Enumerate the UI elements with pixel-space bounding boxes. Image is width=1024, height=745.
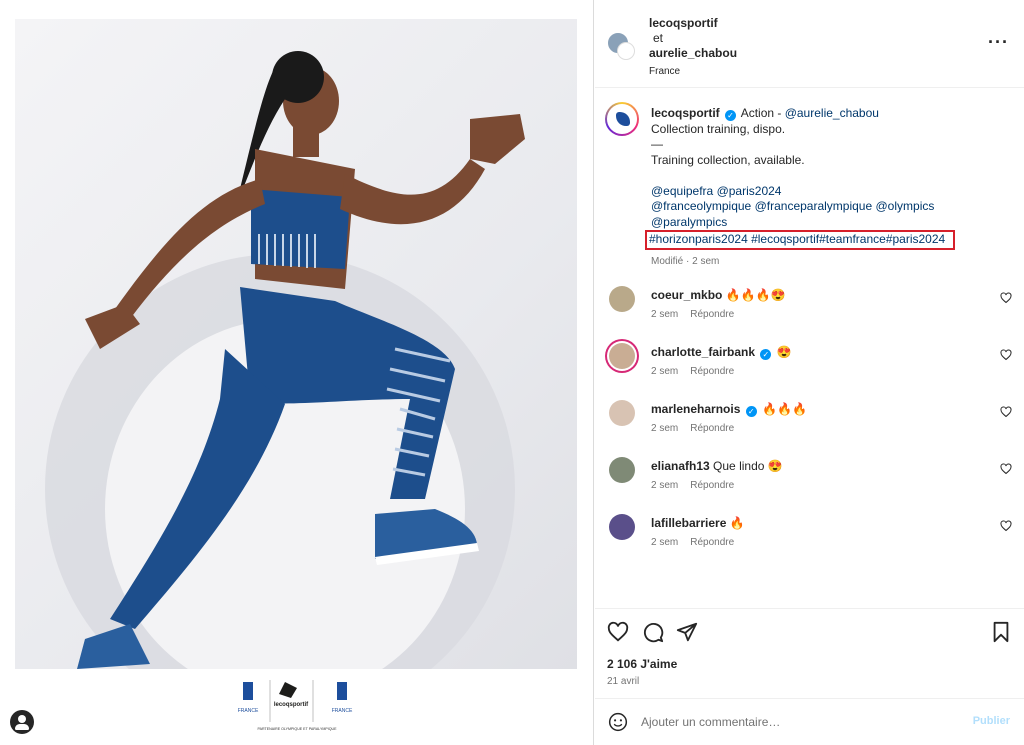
comment-age: 2 sem xyxy=(651,423,679,434)
reply-button[interactable]: Répondre xyxy=(690,366,734,377)
collab-avatars[interactable] xyxy=(607,32,635,60)
verified-badge-icon: ✓ xyxy=(760,349,772,360)
like-comment-heart-icon[interactable] xyxy=(1000,406,1012,418)
like-comment-heart-icon[interactable] xyxy=(1000,292,1012,304)
post-side-pane: lecoqsportif et aurelie_chabou France ··… xyxy=(595,0,1024,745)
more-horizontal-icon: ··· xyxy=(988,32,1009,52)
author-link-2[interactable]: aurelie_chabou xyxy=(649,46,737,61)
svg-text:PARTENAIRE OLYMPIQUE ET PARALY: PARTENAIRE OLYMPIQUE ET PARALYMPIQUE xyxy=(257,727,337,731)
svg-text:FRANCE: FRANCE xyxy=(238,708,259,714)
reply-button[interactable]: Répondre xyxy=(690,537,734,548)
avatar[interactable] xyxy=(609,457,635,483)
comment-username[interactable]: lafillebarriere xyxy=(651,516,726,530)
list-item: elianafh13 Que lindo 😍 2 sem Répondre xyxy=(595,453,1024,510)
comment-text: 🔥🔥🔥 xyxy=(762,402,807,416)
comment-bubble-icon[interactable] xyxy=(642,621,664,643)
athlete-figure xyxy=(77,51,525,669)
like-comment-heart-icon[interactable] xyxy=(1000,463,1012,475)
caption-line4: Training collection, available. xyxy=(651,152,805,167)
likes-count[interactable]: 2 106 J'aime xyxy=(607,657,677,671)
more-options-button[interactable]: ··· xyxy=(988,33,1008,51)
svg-text:lecoqsportif: lecoqsportif xyxy=(274,702,309,708)
list-item: coeur_mkbo 🔥🔥🔥😍 2 sem Répondre xyxy=(595,282,1024,339)
mention-link[interactable]: @paralympics xyxy=(651,215,727,229)
reply-button[interactable]: Répondre xyxy=(690,423,734,434)
list-item: lafillebarriere 🔥 2 sem Répondre xyxy=(595,510,1024,567)
mention-link[interactable]: @equipefra xyxy=(651,184,713,198)
save-bookmark-icon[interactable] xyxy=(990,621,1012,643)
mention-link[interactable]: @franceolympique xyxy=(651,199,751,213)
post-photo[interactable] xyxy=(15,19,577,669)
caption-line2: Collection training, dispo. xyxy=(651,121,786,136)
caption-line1-text: Action - xyxy=(740,106,785,120)
emoji-icon[interactable] xyxy=(608,712,628,732)
reply-button[interactable]: Répondre xyxy=(690,480,734,491)
comment-age: 2 sem xyxy=(651,309,679,320)
comment-age: 2 sem xyxy=(651,366,679,377)
author-link-1[interactable]: lecoqsportif xyxy=(649,16,737,31)
location-link[interactable]: France xyxy=(649,64,737,79)
post-actions: 2 106 J'aime 21 avril xyxy=(595,608,1024,698)
caption-meta: Modifié · 2 sem xyxy=(651,255,720,267)
tagged-users-icon[interactable] xyxy=(10,710,34,734)
comment-text: 😍 xyxy=(776,345,792,359)
comment-age: 2 sem xyxy=(651,537,679,548)
avatar[interactable] xyxy=(609,514,635,540)
svg-text:FRANCE: FRANCE xyxy=(332,708,353,714)
avatar[interactable] xyxy=(609,400,635,426)
hashtags-highlighted[interactable]: #horizonparis2024 #lecoqsportif#teamfran… xyxy=(645,230,956,250)
comment-text: Que lindo 😍 xyxy=(713,459,783,473)
author-joiner: et xyxy=(653,31,664,45)
partner-logos: FRANCE lecoqsportif FRANCE PARTENAIRE OL… xyxy=(238,680,353,731)
comment-username[interactable]: elianafh13 xyxy=(651,459,710,473)
post-comment-button[interactable]: Publier xyxy=(973,715,1010,727)
collab-names: lecoqsportif et aurelie_chabou France xyxy=(649,16,737,79)
caption-mention-link[interactable]: @aurelie_chabou xyxy=(785,106,879,120)
caption-line3: — xyxy=(651,137,663,151)
comment-username[interactable]: marleneharnois xyxy=(651,402,740,416)
caption-username[interactable]: lecoqsportif xyxy=(651,106,720,120)
comment-username[interactable]: coeur_mkbo xyxy=(651,288,722,302)
comment-age: 2 sem xyxy=(651,480,679,491)
caption-avatar[interactable] xyxy=(605,102,639,136)
like-heart-icon[interactable] xyxy=(607,621,629,643)
media-pane: FRANCE lecoqsportif FRANCE PARTENAIRE OL… xyxy=(0,0,594,745)
post-date: 21 avril xyxy=(607,676,640,687)
list-item: marleneharnois ✓ 🔥🔥🔥 2 sem Répondre xyxy=(595,396,1024,453)
like-comment-heart-icon[interactable] xyxy=(1000,520,1012,532)
add-comment-bar: Publier xyxy=(595,698,1024,745)
avatar xyxy=(617,42,635,60)
comment-text: 🔥 xyxy=(729,516,745,530)
share-paper-plane-icon[interactable] xyxy=(676,621,698,643)
avatar[interactable] xyxy=(609,286,635,312)
mention-link[interactable]: @paris2024 xyxy=(717,184,782,198)
verified-badge-icon: ✓ xyxy=(725,110,737,121)
like-comment-heart-icon[interactable] xyxy=(1000,349,1012,361)
post-header: lecoqsportif et aurelie_chabou France ··… xyxy=(595,0,1024,88)
comment-text: 🔥🔥🔥😍 xyxy=(725,288,786,302)
reply-button[interactable]: Répondre xyxy=(690,309,734,320)
comment-input[interactable] xyxy=(641,713,951,731)
verified-badge-icon: ✓ xyxy=(745,406,757,417)
avatar[interactable] xyxy=(609,343,635,369)
comment-username[interactable]: charlotte_fairbank xyxy=(651,345,755,359)
mention-link[interactable]: @olympics xyxy=(876,199,935,213)
list-item: charlotte_fairbank ✓ 😍 2 sem Répondre xyxy=(595,339,1024,396)
caption-body: lecoqsportif ✓ Action - @aurelie_chabou … xyxy=(645,106,1011,269)
mention-link[interactable]: @franceparalympique xyxy=(755,199,873,213)
